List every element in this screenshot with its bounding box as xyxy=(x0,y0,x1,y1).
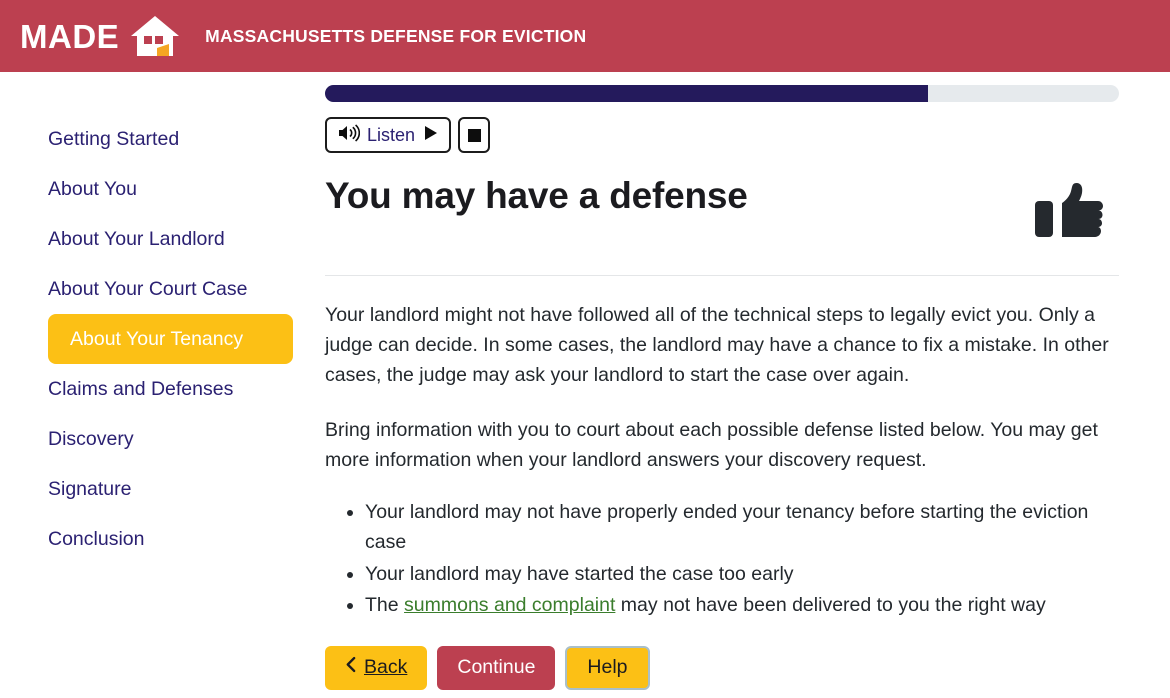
sidebar-item-about-you[interactable]: About You xyxy=(48,164,325,214)
list-item: Your landlord may have started the case … xyxy=(365,559,1119,589)
sidebar-item-getting-started[interactable]: Getting Started xyxy=(48,114,325,164)
thumbs-up-icon xyxy=(1035,181,1105,244)
summons-and-complaint-link[interactable]: summons and complaint xyxy=(404,594,615,616)
page-title: You may have a defense xyxy=(325,175,748,216)
intro-paragraph-2: Bring information with you to court abou… xyxy=(325,418,1098,471)
back-button-label: Back xyxy=(364,656,408,679)
back-button[interactable]: Back xyxy=(325,645,428,690)
sidebar-item-discovery[interactable]: Discovery xyxy=(48,414,325,464)
intro-paragraph-1: Your landlord might not have followed al… xyxy=(325,304,1109,387)
play-icon[interactable] xyxy=(424,125,438,146)
list-item: The summons and complaint may not have b… xyxy=(365,590,1119,620)
house-logo-icon xyxy=(129,10,181,62)
page-heading-row: You may have a defense xyxy=(325,175,1119,244)
sidebar-item-about-your-court-case[interactable]: About Your Court Case xyxy=(48,264,325,314)
list-item-prefix: The xyxy=(365,593,405,616)
speaker-icon xyxy=(338,123,361,147)
form-actions: Back Continue Help xyxy=(325,645,1119,690)
progress-bar-fill xyxy=(325,85,929,102)
sidebar-item-about-your-tenancy[interactable]: About Your Tenancy xyxy=(48,314,293,364)
sidebar-nav: Getting Started About You About Your Lan… xyxy=(0,72,325,698)
list-item-suffix: may not have been delivered to you the r… xyxy=(615,593,1046,616)
app-header: MADE MASSACHUSETTS DEFENSE FOR EVICTION xyxy=(0,0,1170,72)
sidebar-item-about-your-landlord[interactable]: About Your Landlord xyxy=(48,214,325,264)
sidebar-item-claims-and-defenses[interactable]: Claims and Defenses xyxy=(48,364,325,414)
sidebar-item-signature[interactable]: Signature xyxy=(48,464,325,514)
sidebar-item-conclusion[interactable]: Conclusion xyxy=(48,514,325,564)
listen-button[interactable]: Listen xyxy=(325,117,452,153)
page-body: Getting Started About You About Your Lan… xyxy=(0,72,1170,698)
logo-wordmark: MADE xyxy=(20,17,120,55)
heading-divider xyxy=(325,275,1119,276)
listen-label: Listen xyxy=(367,124,416,145)
defense-list: Your landlord may not have properly ende… xyxy=(325,497,1119,620)
main-content: Listen You may have a defense Your landl… xyxy=(325,72,1170,698)
help-button[interactable]: Help xyxy=(565,645,650,690)
progress-bar xyxy=(325,85,1119,102)
stop-icon xyxy=(467,128,481,142)
audio-player: Listen xyxy=(325,117,1119,153)
app-tagline: MASSACHUSETTS DEFENSE FOR EVICTION xyxy=(205,25,587,46)
chevron-left-icon xyxy=(345,656,356,679)
list-item: Your landlord may not have properly ende… xyxy=(365,497,1119,557)
stop-button[interactable] xyxy=(458,117,491,153)
continue-button[interactable]: Continue xyxy=(437,645,556,690)
